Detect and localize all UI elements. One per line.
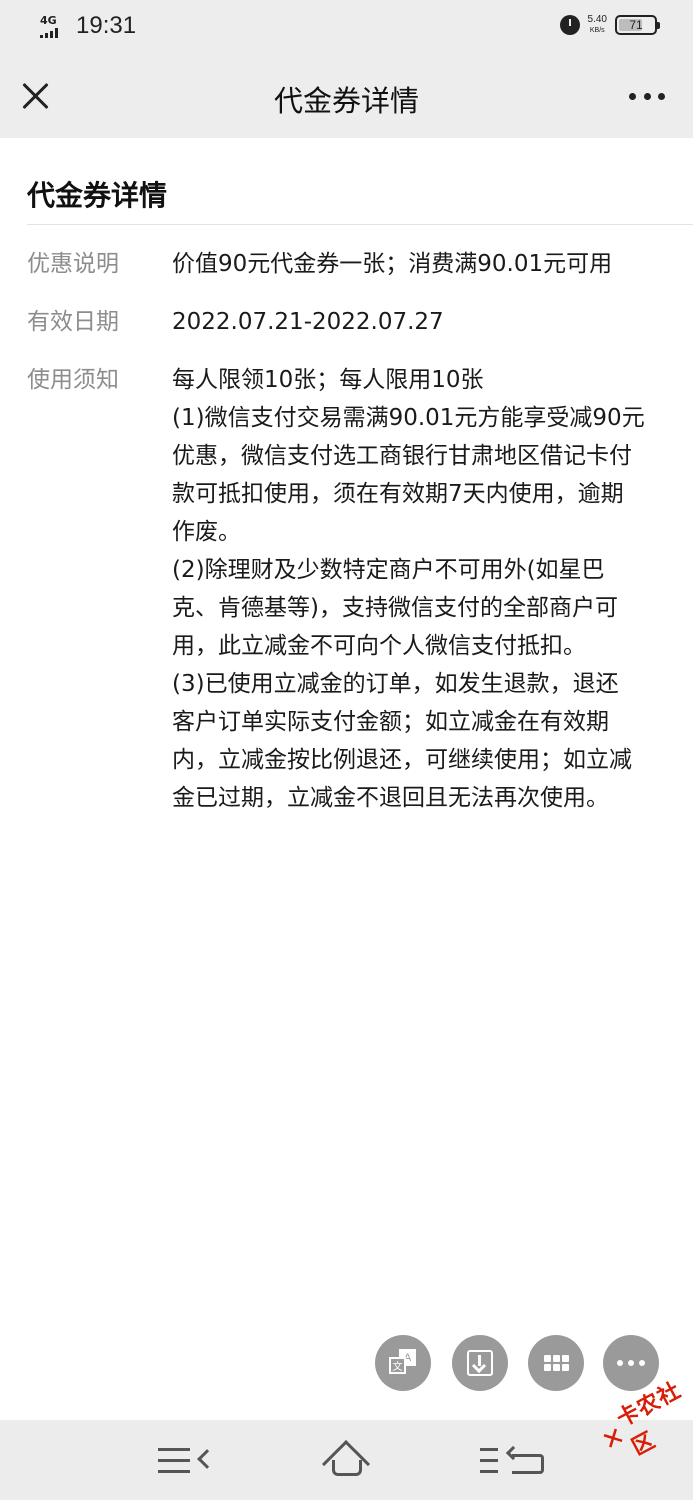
divider (27, 224, 693, 225)
more-icon (617, 1360, 645, 1366)
notice-line: 克、肯德基等)，支持微信支付的全部商户可 (172, 595, 618, 621)
download-icon (467, 1350, 493, 1376)
notice-line: 金已过期，立减金不退回且无法再次使用。 (172, 785, 609, 811)
menu-back-icon[interactable] (158, 1446, 217, 1476)
grid-icon (543, 1355, 569, 1371)
speed-value: 5.40 (587, 14, 607, 25)
validity-date-row: 有效日期 2022.07.21-2022.07.27 (27, 303, 662, 341)
row-value: 价值90元代金券一张；消费满90.01元可用 (172, 251, 613, 277)
notice-line: 优惠，微信支付选工商银行甘肃地区借记卡付 (172, 443, 632, 469)
coupon-description-row: 优惠说明 价值90元代金券一张；消费满90.01元可用 (27, 245, 662, 283)
notice-line: 用，此立减金不可向个人微信支付抵扣。 (172, 633, 586, 659)
notice-line: 客户订单实际支付金额；如立减金在有效期 (172, 709, 609, 735)
notice-line: 内，立减金按比例退还，可继续使用；如立减 (172, 747, 632, 773)
more-options-icon[interactable] (629, 89, 665, 103)
signal-icon: 4G (40, 15, 72, 38)
status-left: 4G 19:31 (40, 12, 136, 40)
network-type: 4G (40, 13, 57, 27)
alarm-icon (559, 15, 580, 35)
translate-button[interactable]: A 文 (375, 1335, 431, 1391)
download-button[interactable] (452, 1335, 508, 1391)
speed-unit: KB/s (589, 27, 605, 34)
notice-line: (3)已使用立减金的订单，如发生退款，退还 (172, 671, 619, 697)
network-speed: 5.40 KB/s (588, 14, 607, 36)
row-value: 2022.07.21-2022.07.27 (172, 309, 444, 335)
row-value: 每人限领10张；每人限用10张 (1)微信支付交易需满90.01元方能享受减90… (172, 361, 662, 817)
notice-line: 作废。 (172, 519, 241, 545)
row-label: 使用须知 (27, 367, 119, 393)
battery-icon: 71 (615, 15, 660, 35)
grid-menu-button[interactable] (528, 1335, 584, 1391)
notice-line: 每人限领10张；每人限用10张 (172, 367, 484, 393)
status-bar: 4G 19:31 5.40 KB/s 71 (0, 0, 693, 56)
navigation-bar: 代金券详情 (0, 56, 693, 138)
row-label: 优惠说明 (27, 251, 119, 277)
notice-line: (1)微信支付交易需满90.01元方能享受减90元 (172, 405, 645, 431)
usage-notice-row: 使用须知 每人限领10张；每人限用10张 (1)微信支付交易需满90.01元方能… (27, 361, 662, 817)
status-right: 5.40 KB/s 71 (559, 14, 660, 36)
clock: 19:31 (76, 12, 137, 39)
notice-line: (2)除理财及少数特定商户不可用外(如星巴 (172, 557, 605, 583)
home-icon[interactable] (321, 1439, 371, 1489)
translate-icon: A 文 (389, 1349, 417, 1377)
recent-apps-icon[interactable] (480, 1445, 546, 1476)
system-navigation-bar (0, 1420, 693, 1500)
page-title: 代金券详情 (27, 179, 168, 212)
nav-title: 代金券详情 (273, 84, 419, 118)
battery-level: 71 (629, 18, 643, 32)
row-label: 有效日期 (27, 309, 119, 335)
notice-line: 款可抵扣使用，须在有效期7天内使用，逾期 (172, 481, 624, 507)
